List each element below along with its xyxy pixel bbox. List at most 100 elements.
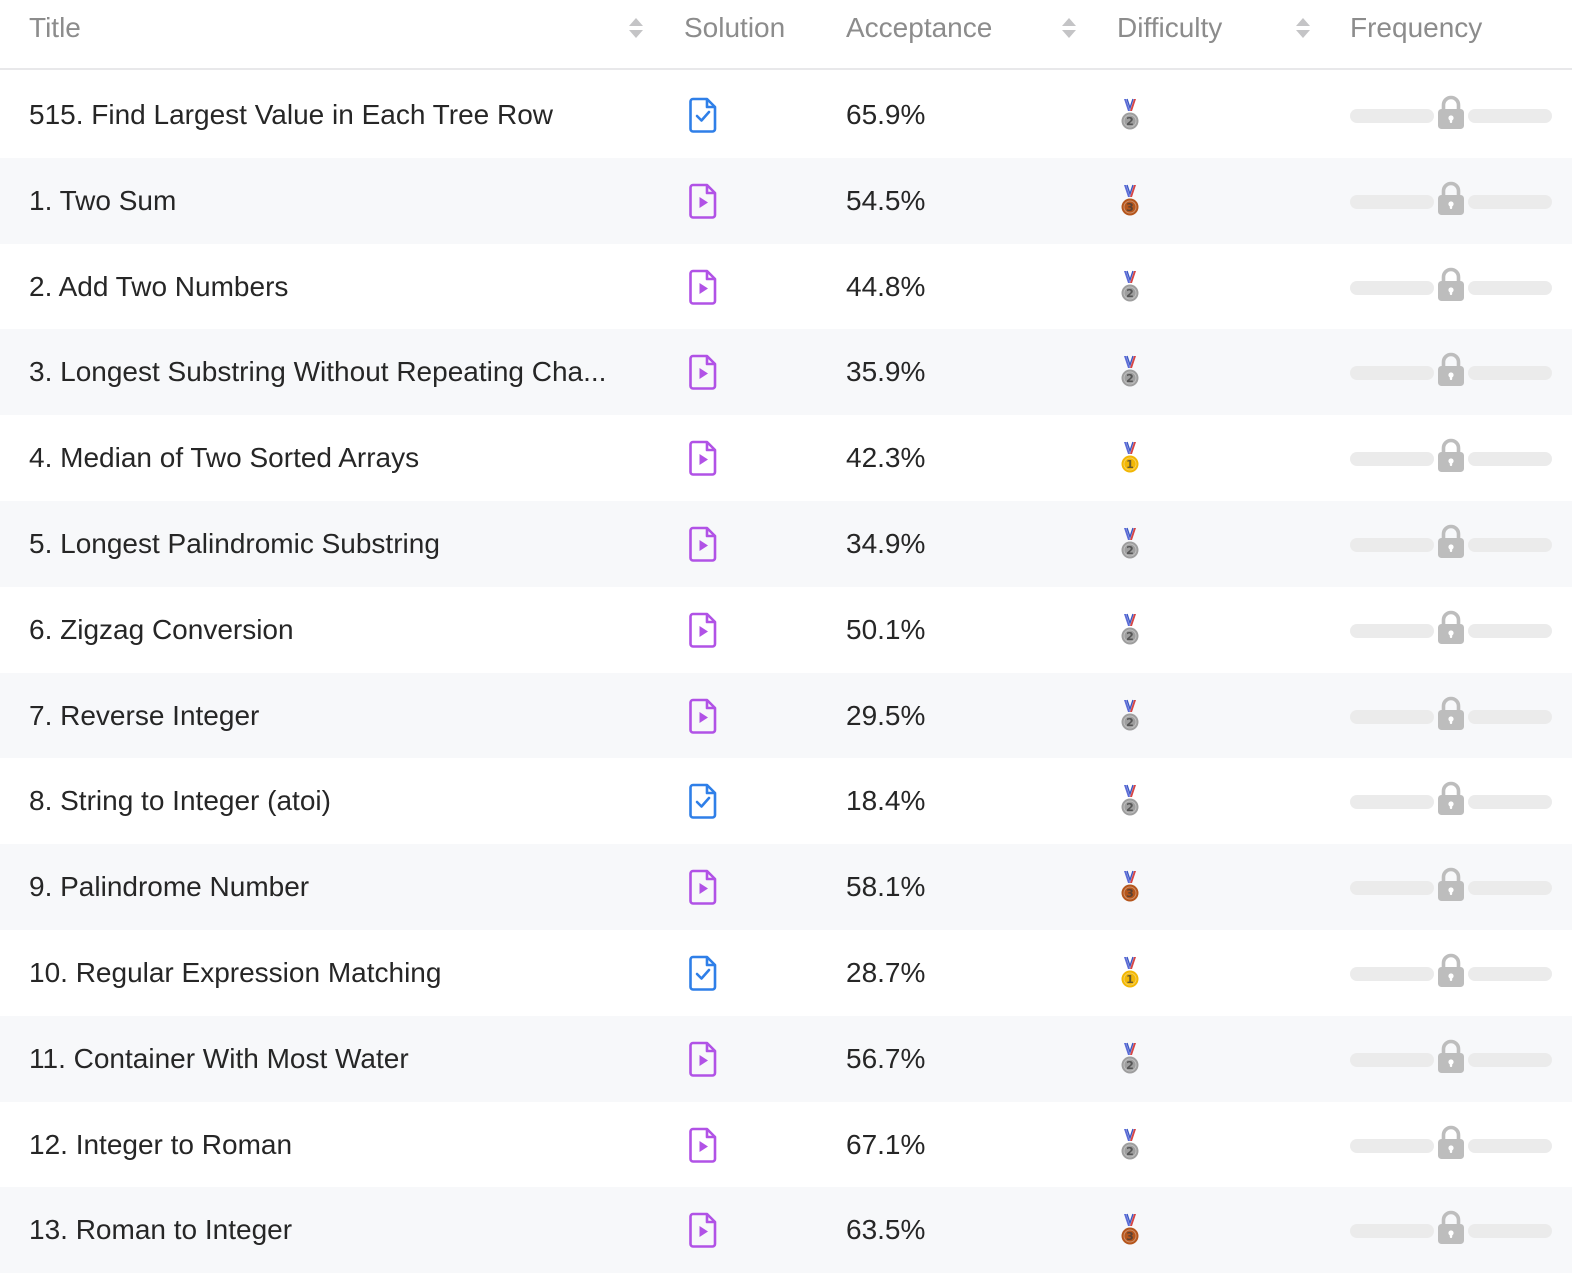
frequency-bar-track <box>1468 881 1552 896</box>
svg-text:1: 1 <box>1126 973 1134 986</box>
lock-icon[interactable] <box>1434 1038 1468 1076</box>
frequency-bar <box>1350 267 1552 304</box>
problem-title-link[interactable]: 11. Container With Most Water <box>29 1016 629 1102</box>
acceptance-rate: 56.7% <box>846 1042 926 1074</box>
video-play-icon[interactable] <box>688 354 718 391</box>
table-body: 515. Find Largest Value in Each Tree Row… <box>0 72 1572 1274</box>
lock-icon[interactable] <box>1434 94 1468 132</box>
table-row[interactable]: 4. Median of Two Sorted Arrays 42.3% 1 <box>0 415 1572 501</box>
frequency-bar-track <box>1350 194 1434 209</box>
acceptance-rate: 34.9% <box>846 527 926 559</box>
lock-icon[interactable] <box>1434 952 1468 990</box>
svg-text:2: 2 <box>1126 115 1134 128</box>
frequency-bar <box>1350 867 1552 904</box>
column-header-difficulty[interactable]: Difficulty <box>1117 0 1222 56</box>
article-check-icon[interactable] <box>688 955 718 991</box>
lock-icon[interactable] <box>1434 351 1468 389</box>
lock-icon[interactable] <box>1434 1124 1468 1162</box>
problem-title-link[interactable]: 10. Regular Expression Matching <box>29 930 629 1016</box>
frequency-bar-track <box>1350 109 1434 123</box>
frequency-bar-track <box>1468 966 1552 981</box>
sort-icon[interactable] <box>1294 16 1312 40</box>
difficulty-medal-icon: 3 <box>1119 1213 1141 1247</box>
lock-icon[interactable] <box>1434 180 1468 218</box>
frequency-bar-track <box>1350 366 1434 381</box>
acceptance-rate: 58.1% <box>846 871 926 903</box>
video-play-icon[interactable] <box>688 869 718 905</box>
column-header-solution: Solution <box>684 12 786 43</box>
frequency-bar <box>1350 353 1552 389</box>
table-row[interactable]: 1. Two Sum 54.5% 3 <box>0 157 1572 244</box>
problem-title-link[interactable]: 7. Reverse Integer <box>29 673 629 759</box>
difficulty-medal-icon: 1 <box>1119 441 1141 475</box>
video-play-icon[interactable] <box>688 183 718 219</box>
frequency-bar-track <box>1350 709 1434 724</box>
video-play-icon[interactable] <box>688 1212 718 1249</box>
frequency-bar-track <box>1350 1224 1434 1239</box>
table-row[interactable]: 11. Container With Most Water 56.7% 2 <box>0 1015 1572 1102</box>
table-row[interactable]: 10. Regular Expression Matching 28.7% 1 <box>0 929 1572 1016</box>
sort-icon[interactable] <box>627 16 645 40</box>
table-row[interactable]: 3. Longest Substring Without Repeating C… <box>0 329 1572 416</box>
article-check-icon[interactable] <box>688 97 718 133</box>
video-play-icon[interactable] <box>688 526 718 562</box>
lock-icon[interactable] <box>1434 523 1468 561</box>
table-row[interactable]: 6. Zigzag Conversion 50.1% 2 <box>0 586 1572 673</box>
lock-icon[interactable] <box>1434 695 1468 733</box>
frequency-bar-track <box>1468 194 1552 209</box>
table-row[interactable]: 7. Reverse Integer 29.5% 2 <box>0 672 1572 759</box>
frequency-bar-track <box>1350 452 1434 467</box>
svg-text:2: 2 <box>1126 1145 1134 1158</box>
table-row[interactable]: 9. Palindrome Number 58.1% 3 <box>0 844 1572 930</box>
column-header-acceptance[interactable]: Acceptance <box>846 0 992 56</box>
svg-text:2: 2 <box>1126 287 1134 300</box>
svg-text:2: 2 <box>1126 544 1134 557</box>
article-check-icon[interactable] <box>688 783 718 820</box>
table-row[interactable]: 515. Find Largest Value in Each Tree Row… <box>0 72 1572 158</box>
problem-title-link[interactable]: 5. Longest Palindromic Substring <box>29 501 629 587</box>
problem-title-link[interactable]: 13. Roman to Integer <box>29 1187 629 1273</box>
table-row[interactable]: 2. Add Two Numbers 44.8% 2 <box>0 243 1572 330</box>
frequency-bar <box>1350 696 1552 733</box>
frequency-bar-track <box>1468 537 1552 552</box>
video-play-icon[interactable] <box>688 1041 718 1077</box>
table-row[interactable]: 8. String to Integer (atoi) 18.4% 2 <box>0 758 1572 845</box>
difficulty-medal-icon: 2 <box>1119 527 1141 561</box>
frequency-bar-track <box>1468 1138 1552 1153</box>
lock-icon[interactable] <box>1434 266 1468 304</box>
problem-title-link[interactable]: 4. Median of Two Sorted Arrays <box>29 415 629 501</box>
problem-title-link[interactable]: 6. Zigzag Conversion <box>29 587 629 673</box>
video-play-icon[interactable] <box>688 440 718 476</box>
difficulty-medal-icon: 2 <box>1119 270 1141 304</box>
problem-title-link[interactable]: 8. String to Integer (atoi) <box>29 758 629 844</box>
frequency-bar <box>1350 1125 1552 1162</box>
lock-icon[interactable] <box>1434 866 1468 904</box>
table-row[interactable]: 12. Integer to Roman 67.1% 2 <box>0 1101 1572 1188</box>
video-play-icon[interactable] <box>688 612 718 648</box>
problem-title-link[interactable]: 12. Integer to Roman <box>29 1102 629 1188</box>
problem-title-link[interactable]: 3. Longest Substring Without Repeating C… <box>29 329 629 415</box>
problem-title-link[interactable]: 1. Two Sum <box>29 158 629 244</box>
lock-icon[interactable] <box>1434 609 1468 647</box>
acceptance-rate: 18.4% <box>846 785 926 817</box>
acceptance-rate: 28.7% <box>846 956 926 988</box>
frequency-bar-track <box>1350 1052 1434 1067</box>
frequency-bar <box>1350 953 1552 990</box>
problem-title-link[interactable]: 515. Find Largest Value in Each Tree Row <box>29 72 629 158</box>
problem-title-link[interactable]: 9. Palindrome Number <box>29 844 629 930</box>
table-row[interactable]: 5. Longest Palindromic Substring 34.9% 2 <box>0 500 1572 587</box>
difficulty-medal-icon: 2 <box>1119 1042 1141 1076</box>
column-header-title[interactable]: Title <box>29 0 81 56</box>
lock-icon[interactable] <box>1434 780 1468 818</box>
svg-text:1: 1 <box>1126 458 1134 471</box>
video-play-icon[interactable] <box>688 269 718 305</box>
problem-title-link[interactable]: 2. Add Two Numbers <box>29 244 629 330</box>
video-play-icon[interactable] <box>688 698 718 734</box>
sort-icon[interactable] <box>1060 16 1078 40</box>
difficulty-medal-icon: 3 <box>1119 184 1141 218</box>
table-row[interactable]: 13. Roman to Integer 63.5% 3 <box>0 1187 1572 1274</box>
lock-icon[interactable] <box>1434 437 1468 475</box>
frequency-bar-track <box>1350 537 1434 552</box>
lock-icon[interactable] <box>1434 1209 1468 1247</box>
video-play-icon[interactable] <box>688 1127 718 1163</box>
